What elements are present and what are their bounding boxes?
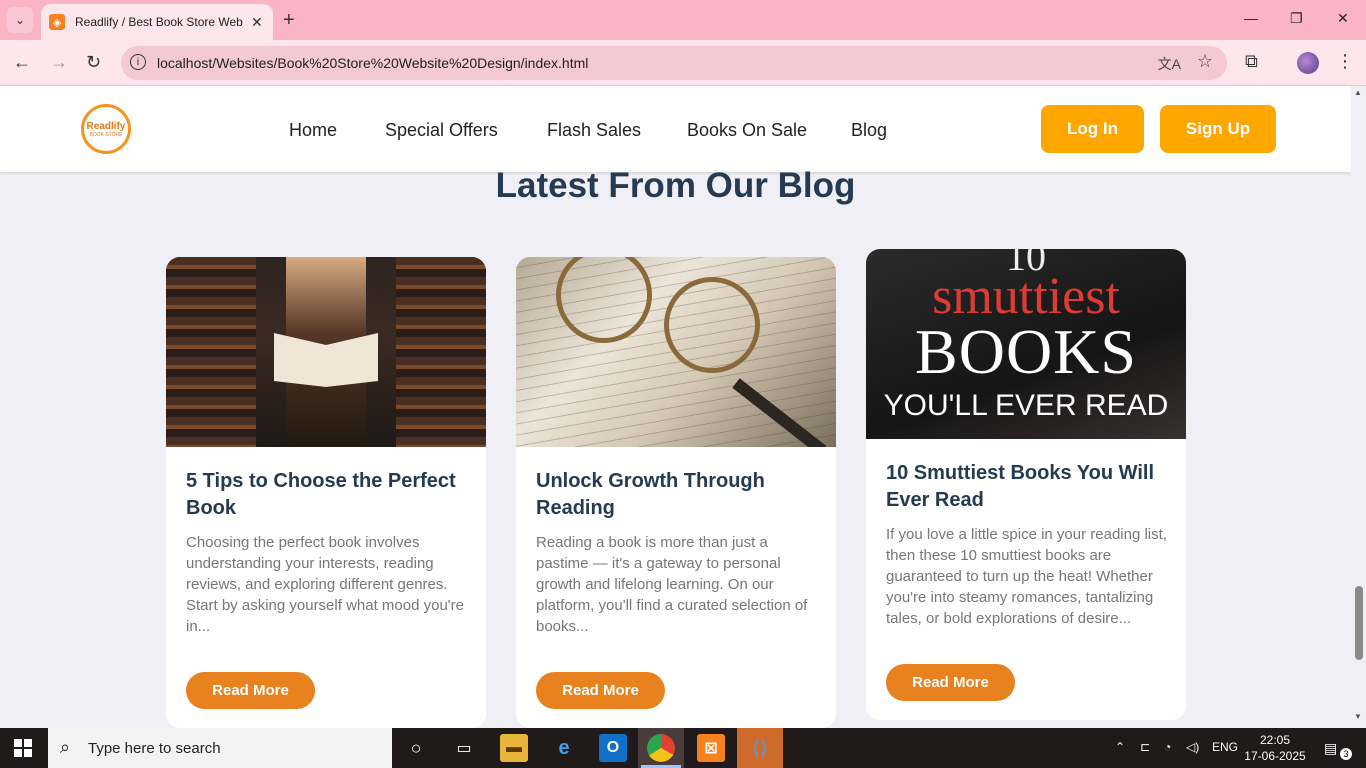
site-favicon-icon: ◈ [49, 14, 65, 30]
tab-search-icon[interactable]: ⌄ [7, 7, 33, 33]
blog-card-excerpt: If you love a little spice in your readi… [886, 526, 1167, 627]
blog-card: 5 Tips to Choose the Perfect Book Choosi… [166, 257, 486, 728]
site-info-icon[interactable]: i [130, 54, 146, 70]
blog-card-title[interactable]: 5 Tips to Choose the Perfect Book [186, 468, 471, 522]
forward-icon[interactable]: → [50, 52, 68, 73]
blog-card-excerpt: Reading a book is more than just a pasti… [536, 534, 808, 635]
scroll-up-icon[interactable]: ▲ [1354, 88, 1362, 97]
wifi-icon[interactable]: ◔ [1164, 740, 1171, 754]
logo-text: Readlify [86, 120, 126, 132]
read-more-button[interactable]: Read More [536, 672, 665, 709]
scrollbar-thumb[interactable] [1355, 586, 1363, 660]
back-icon[interactable]: ← [13, 52, 31, 73]
nav-blog[interactable]: Blog [851, 120, 887, 141]
browser-toolbar: ← → ↻ i localhost/Websites/Book%20Store%… [0, 40, 1366, 86]
read-more-button[interactable]: Read More [186, 672, 315, 709]
volume-icon[interactable]: ◁) [1186, 740, 1199, 754]
taskbar-search-box[interactable]: ⌕ Type here to search [48, 728, 392, 768]
notification-badge: 3 [1340, 748, 1352, 760]
clock-date: 17-06-2025 [1244, 749, 1306, 763]
site-header: Readlify BOOK STORE Home Special Offers … [0, 86, 1351, 172]
minimize-icon[interactable]: — [1244, 10, 1258, 26]
logo-subtext: BOOK STORE [89, 131, 123, 138]
close-tab-icon[interactable]: ✕ [251, 14, 263, 31]
search-icon: ⌕ [60, 737, 71, 757]
browser-tab-bar: ⌄ ◈ Readlify / Best Book Store Website ✕… [0, 0, 1366, 40]
restore-icon[interactable]: ❐ [1290, 10, 1303, 27]
url-text[interactable]: localhost/Websites/Book%20Store%20Websit… [157, 55, 588, 71]
blog-card-title[interactable]: 10 Smuttiest Books You Will Ever Read [886, 460, 1171, 514]
signup-button[interactable]: Sign Up [1160, 105, 1276, 153]
tab-title: Readlify / Best Book Store Website [75, 15, 243, 29]
read-more-button[interactable]: Read More [886, 664, 1015, 701]
blog-image-smuttiest-books[interactable]: 10 smuttiest BOOKS YOU'LL EVER READ [866, 249, 1186, 439]
new-tab-icon[interactable]: + [283, 9, 295, 32]
login-button[interactable]: Log In [1041, 105, 1144, 153]
language-indicator[interactable]: ENG [1212, 740, 1238, 754]
browser-tab[interactable]: ◈ Readlify / Best Book Store Website ✕ [41, 4, 273, 40]
taskbar-search-placeholder: Type here to search [88, 740, 221, 757]
page-scrollbar[interactable]: ▲ ▼ [1351, 86, 1366, 728]
nav-books-on-sale[interactable]: Books On Sale [687, 120, 807, 141]
vscode-icon[interactable]: ⟨⟩ [746, 734, 774, 762]
bookmark-star-icon[interactable]: ☆ [1197, 51, 1213, 72]
cortana-icon[interactable]: ○ [402, 734, 430, 762]
taskbar-clock[interactable]: 22:05 17-06-2025 [1240, 732, 1310, 764]
outlook-icon[interactable]: O [599, 734, 627, 762]
chrome-icon[interactable] [647, 734, 675, 762]
image-text-ever-read: YOU'LL EVER READ [883, 389, 1169, 422]
nav-special-offers[interactable]: Special Offers [385, 120, 498, 141]
blog-card: Unlock Growth Through Reading Reading a … [516, 257, 836, 728]
nav-flash-sales[interactable]: Flash Sales [547, 120, 641, 141]
show-hidden-icons-icon[interactable]: ⌃ [1115, 740, 1125, 754]
xampp-icon[interactable]: ⊠ [697, 734, 725, 762]
image-text-books: BOOKS [915, 316, 1137, 387]
windows-start-icon[interactable] [14, 739, 32, 757]
reload-icon[interactable]: ↻ [86, 52, 101, 73]
site-logo[interactable]: Readlify BOOK STORE [81, 104, 131, 154]
blog-card-title[interactable]: Unlock Growth Through Reading [536, 468, 821, 522]
task-view-icon[interactable]: ▭ [450, 734, 478, 762]
nav-home[interactable]: Home [289, 120, 337, 141]
address-bar[interactable]: i localhost/Websites/Book%20Store%20Webs… [121, 46, 1227, 80]
translate-icon[interactable]: 文A [1158, 54, 1181, 74]
blog-card: 10 smuttiest BOOKS YOU'LL EVER READ 10 S… [866, 249, 1186, 720]
notification-icon[interactable]: ▤ [1324, 740, 1337, 757]
extensions-icon[interactable]: ⧉ [1245, 51, 1258, 72]
file-explorer-icon[interactable]: ▬ [500, 734, 528, 762]
close-window-icon[interactable]: ✕ [1337, 10, 1349, 27]
blog-image-library[interactable] [166, 257, 486, 447]
scroll-down-icon[interactable]: ▼ [1354, 712, 1362, 721]
clock-time: 22:05 [1259, 733, 1291, 747]
blog-image-reading-glasses[interactable] [516, 257, 836, 447]
browser-menu-icon[interactable]: ⋮ [1336, 51, 1354, 72]
edge-icon[interactable]: e [550, 734, 578, 762]
windows-taskbar: ⌕ Type here to search ○ ▭ ▬ e O ⊠ ⟨⟩ ⌃ ⊏… [0, 728, 1366, 768]
network-adapter-icon[interactable]: ⊏ [1140, 740, 1150, 754]
blog-card-excerpt: Choosing the perfect book involves under… [186, 534, 464, 635]
blog-section-title: Latest From Our Blog [495, 166, 856, 205]
profile-avatar[interactable] [1297, 52, 1319, 74]
